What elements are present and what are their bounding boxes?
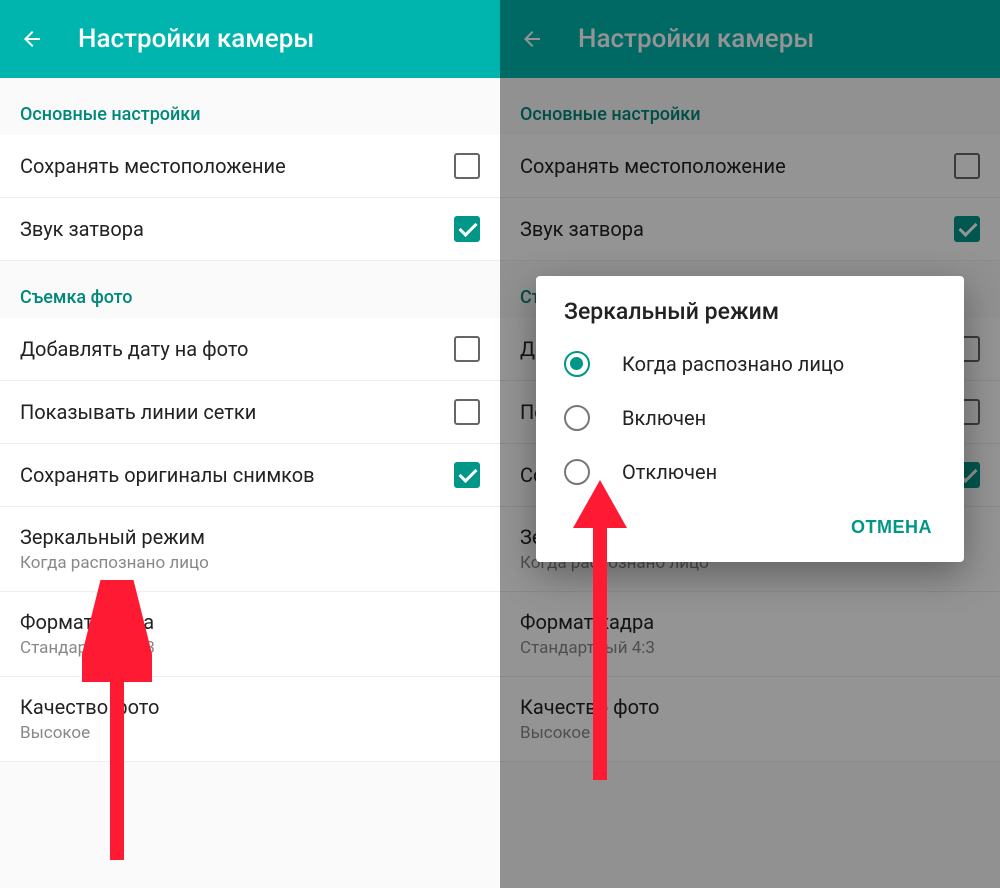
checkbox-add-date[interactable] — [454, 336, 480, 362]
page-title: Настройки камеры — [78, 24, 314, 54]
row-sub: Высокое — [20, 723, 480, 743]
row-label: Сохранять местоположение — [20, 154, 454, 178]
option-label: Когда распознано лицо — [622, 352, 844, 376]
radio-icon[interactable] — [564, 351, 590, 377]
row-label: Сохранять оригиналы снимков — [20, 463, 454, 487]
row-frame-format[interactable]: Формат кадра Стандартный 4:3 — [0, 592, 500, 677]
dialog-option-enabled[interactable]: Включен — [536, 391, 964, 445]
section-basic-settings: Основные настройки — [0, 78, 500, 135]
dialog-title: Зеркальный режим — [536, 298, 964, 337]
row-label: Зеркальный режим — [20, 525, 480, 549]
row-mirror-mode[interactable]: Зеркальный режим Когда распознано лицо — [0, 507, 500, 592]
row-sub: Стандартный 4:3 — [20, 638, 480, 658]
row-save-originals[interactable]: Сохранять оригиналы снимков — [0, 444, 500, 507]
row-label: Формат кадра — [20, 610, 480, 634]
checkbox-save-originals[interactable] — [454, 462, 480, 488]
row-save-location[interactable]: Сохранять местоположение — [0, 135, 500, 198]
row-show-grid[interactable]: Показывать линии сетки — [0, 381, 500, 444]
section-photo-capture: Съемка фото — [0, 261, 500, 318]
cancel-button[interactable]: ОТМЕНА — [841, 509, 942, 546]
row-label: Показывать линии сетки — [20, 400, 454, 424]
dialog-option-disabled[interactable]: Отключен — [536, 445, 964, 499]
checkbox-show-grid[interactable] — [454, 399, 480, 425]
row-label: Звук затвора — [20, 217, 454, 241]
back-icon[interactable] — [18, 25, 46, 53]
app-header: Настройки камеры — [0, 0, 500, 78]
row-photo-quality[interactable]: Качество фото Высокое — [0, 677, 500, 762]
right-pane: Настройки камеры Основные настройки Сохр… — [500, 0, 1000, 888]
checkbox-shutter-sound[interactable] — [454, 216, 480, 242]
row-add-date[interactable]: Добавлять дату на фото — [0, 318, 500, 381]
row-label: Добавлять дату на фото — [20, 337, 454, 361]
option-label: Отключен — [622, 460, 717, 484]
radio-icon[interactable] — [564, 405, 590, 431]
row-sub: Когда распознано лицо — [20, 553, 480, 573]
dialog-option-face-detected[interactable]: Когда распознано лицо — [536, 337, 964, 391]
option-label: Включен — [622, 406, 706, 430]
mirror-mode-dialog: Зеркальный режим Когда распознано лицо В… — [536, 276, 964, 562]
left-pane: Настройки камеры Основные настройки Сохр… — [0, 0, 500, 888]
row-shutter-sound[interactable]: Звук затвора — [0, 198, 500, 261]
checkbox-save-location[interactable] — [454, 153, 480, 179]
row-label: Качество фото — [20, 695, 480, 719]
radio-icon[interactable] — [564, 459, 590, 485]
